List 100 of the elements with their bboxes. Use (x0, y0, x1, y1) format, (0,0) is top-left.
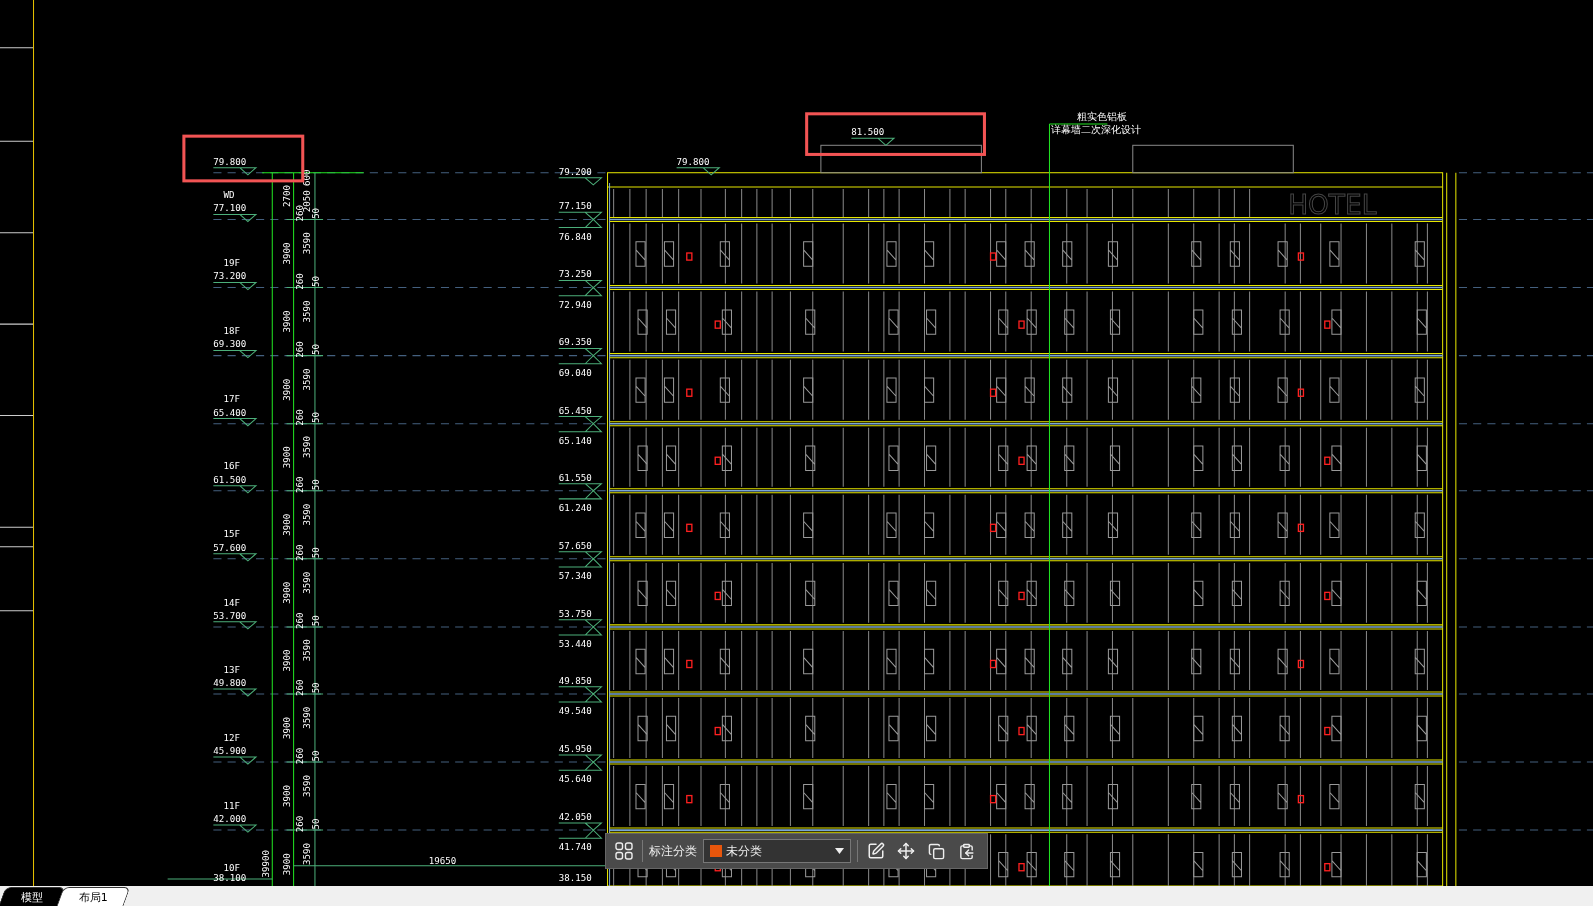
dimension-text: 3590 (301, 436, 312, 459)
note-text: 粗实色铝板 (1076, 110, 1127, 122)
elevation-text: 79.800 (213, 156, 247, 167)
level-marker (558, 619, 603, 628)
level-marker (212, 824, 258, 833)
level-marker (558, 177, 603, 186)
elevation-text: 45.950 (558, 743, 592, 754)
elevation-text: 49.800 (213, 677, 247, 688)
elevation-text: 49.850 (558, 675, 592, 686)
level-marker (558, 422, 603, 433)
elevation-text: 53.440 (558, 639, 592, 650)
dimension-text: 50 (311, 344, 321, 355)
elevation-text: 79.200 (558, 166, 592, 177)
floor-label: 15F (223, 529, 240, 540)
dimension-text: 50 (311, 412, 321, 424)
elevation-text: 41.740 (558, 842, 592, 853)
elevation-text: 45.900 (213, 745, 247, 756)
dimension-text: 3590 (301, 232, 312, 255)
dimension-text: 19650 (428, 855, 457, 866)
level-marker (212, 621, 258, 630)
floor-label: 13F (223, 664, 240, 675)
level-marker (558, 211, 603, 221)
dimension-text: 50 (311, 547, 321, 559)
elevation-text: 61.500 (213, 474, 247, 485)
level-marker (212, 350, 258, 359)
dimension-text: 3900 (281, 785, 292, 808)
sign-text: HOTEL (1288, 189, 1377, 221)
elevation-text: 81.500 (851, 127, 885, 138)
elevation-text: 38.150 (558, 872, 592, 883)
dimension-text: 3900 (281, 378, 292, 401)
level-marker (558, 626, 603, 636)
level-marker (558, 490, 603, 500)
dimension-text: 3900 (281, 853, 292, 876)
level-marker (558, 686, 603, 695)
cad-drawing-canvas[interactable] (0, 0, 1593, 886)
dimension-text: 3900 (281, 717, 292, 739)
elevation-text: 77.100 (213, 203, 247, 214)
elevation-text: 57.600 (213, 542, 247, 553)
caret-icon (835, 848, 844, 854)
elevation-text: 42.000 (213, 814, 247, 824)
dimension-text: 260 (294, 544, 305, 561)
elevation-text: 69.300 (213, 339, 247, 350)
elevation-text: 42.050 (558, 811, 592, 822)
dimension-text: 3900 (281, 513, 292, 536)
dimension-text: 260 (294, 476, 305, 493)
level-marker (558, 754, 603, 763)
level-marker (850, 137, 896, 146)
elevation-text: 65.450 (558, 405, 592, 416)
dimension-text: 3590 (301, 368, 312, 391)
dimension-text: 3590 (301, 571, 312, 594)
level-marker (558, 551, 603, 560)
level-marker (676, 167, 721, 176)
elevation-text: 57.340 (558, 571, 592, 582)
dimension-text: 50 (311, 750, 321, 762)
elevation-text: 49.540 (558, 706, 592, 717)
dimension-text: 260 (294, 815, 305, 833)
level-marker (558, 829, 603, 839)
elevation-text: 65.400 (213, 407, 247, 418)
dimension-text: 50 (311, 275, 321, 287)
category-label: 标注分类 (649, 842, 697, 860)
elevation-text: 53.750 (558, 608, 592, 619)
floor-label: 11F (223, 800, 240, 811)
elevation-text: 79.800 (676, 156, 710, 167)
note-text: 详幕墙二次深化设计 (1051, 124, 1142, 136)
elevation-text: 69.040 (558, 367, 592, 378)
level-marker (212, 418, 258, 427)
dimension-text: 260 (294, 679, 305, 697)
floor-label: 18F (223, 326, 240, 337)
dimension-text: 260 (294, 612, 305, 630)
elevation-text: 53.700 (213, 610, 247, 621)
level-marker (212, 213, 258, 223)
floor-label: 14F (223, 597, 240, 608)
dimension-text: 3590 (301, 300, 312, 323)
level-marker (212, 281, 258, 291)
dimension-text: 50 (311, 479, 321, 491)
floor-label: 16F (223, 461, 240, 472)
dimension-text: 50 (311, 207, 321, 219)
elevation-text: 69.350 (558, 337, 592, 348)
level-marker (558, 218, 603, 229)
dimension-text: 50 (311, 682, 321, 694)
level-marker (558, 761, 603, 771)
floor-label: 19F (223, 258, 240, 269)
level-marker (212, 485, 258, 494)
category-dropdown[interactable]: 未分类 (703, 839, 851, 863)
floor-label: 12F (223, 732, 240, 743)
level-marker (558, 822, 603, 831)
dimension-text: 3900 (281, 581, 292, 604)
level-marker (558, 348, 603, 357)
grid-icon[interactable] (612, 839, 636, 863)
level-marker (558, 693, 603, 703)
dimension-text: 2700 (281, 185, 292, 208)
level-marker (212, 688, 258, 697)
elevation-text: 61.240 (558, 503, 592, 514)
dimension-text: 3900 (281, 649, 292, 672)
dimension-text: 3590 (301, 843, 312, 865)
dimension-text: 39900 (261, 849, 272, 878)
dimension-text: 50 (311, 818, 321, 830)
dimension-text: 50 (311, 615, 321, 627)
elevation-text: 77.150 (558, 201, 592, 212)
floor-label: WD (223, 190, 235, 201)
